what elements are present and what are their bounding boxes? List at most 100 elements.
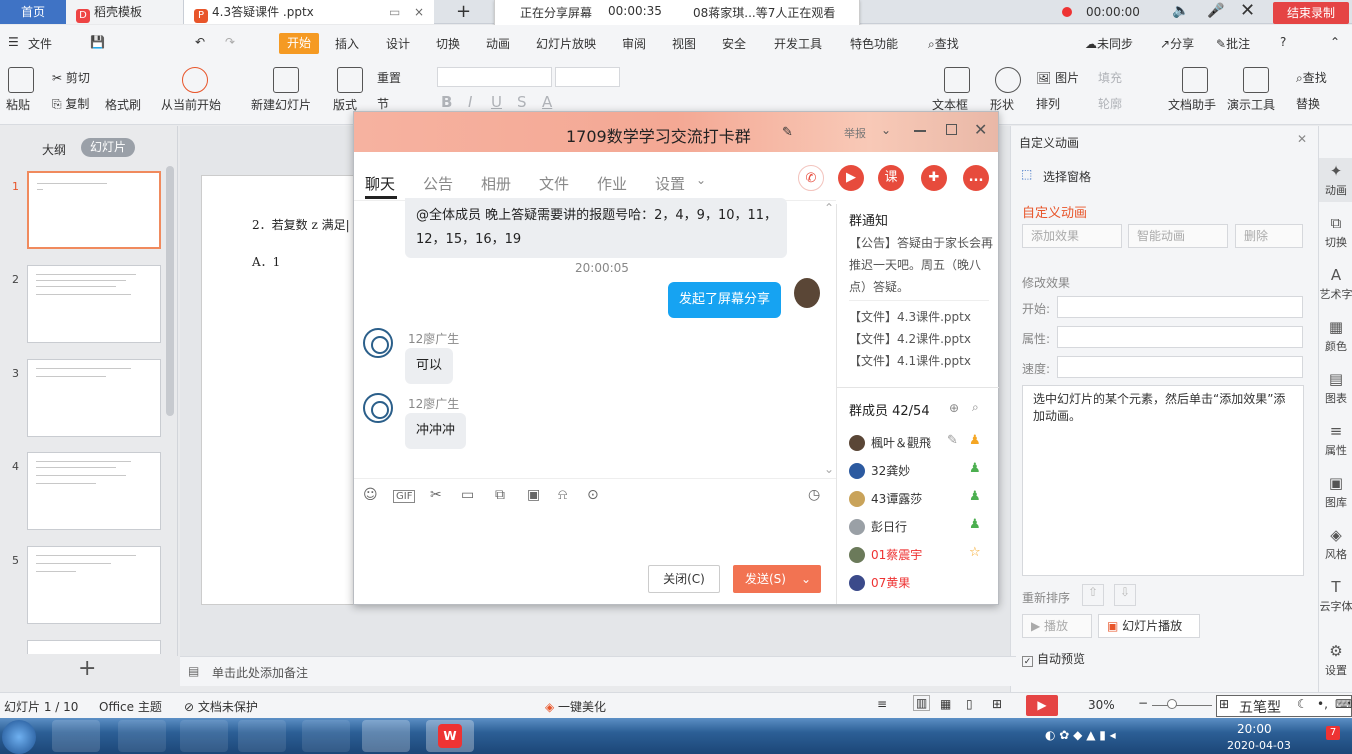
- clock-time[interactable]: 20:00: [1237, 722, 1272, 736]
- self-avatar[interactable]: [794, 278, 820, 308]
- sidebar-animation[interactable]: ✦ 动画: [1319, 158, 1352, 202]
- menu-slideshow[interactable]: 幻灯片放映: [536, 35, 596, 52]
- speed-select[interactable]: [1057, 356, 1303, 378]
- smart-animation-button[interactable]: 智能动画: [1128, 224, 1228, 248]
- phone-icon[interactable]: ✆: [798, 165, 824, 191]
- chat-tab-settings[interactable]: 设置: [655, 173, 685, 194]
- sidebar-property[interactable]: ≡ 属性: [1319, 422, 1352, 458]
- demo-tools-button[interactable]: 演示工具: [1227, 96, 1275, 113]
- notice-line[interactable]: 【公告】答疑由于家长会再: [849, 234, 993, 251]
- emoji-icon[interactable]: ☺: [363, 487, 378, 503]
- menu-security[interactable]: 安全: [722, 35, 746, 52]
- clock-date[interactable]: 2020-04-03: [1227, 739, 1291, 752]
- chat-tab-notice[interactable]: 公告: [423, 173, 453, 194]
- find-button[interactable]: ⌕查找: [1296, 69, 1327, 86]
- chevron-down-icon[interactable]: ⌄: [881, 123, 891, 137]
- notification-badge[interactable]: 7: [1326, 726, 1340, 740]
- minimize-icon[interactable]: [914, 130, 926, 132]
- scroll-up-icon[interactable]: ⌃: [824, 201, 834, 215]
- chat-tab-files[interactable]: 文件: [539, 173, 569, 194]
- bold-icon[interactable]: B: [441, 93, 452, 111]
- file-link[interactable]: 【文件】4.1课件.pptx: [849, 352, 971, 369]
- edit-icon[interactable]: ✎: [782, 125, 793, 140]
- reset-button[interactable]: 重置: [377, 69, 401, 86]
- menu-transition[interactable]: 切换: [436, 35, 460, 52]
- menu-insert[interactable]: 插入: [335, 35, 359, 52]
- taskbar-app-browser[interactable]: [118, 720, 166, 752]
- underline-icon[interactable]: U: [491, 93, 502, 111]
- member-item[interactable]: 43谭露莎: [849, 490, 922, 507]
- close-icon[interactable]: ✕: [1240, 2, 1255, 20]
- invite-icon[interactable]: ⊕: [949, 401, 959, 415]
- slide-thumb-1[interactable]: [27, 171, 161, 249]
- taskbar-app-ie[interactable]: [180, 720, 228, 752]
- chevron-down-icon[interactable]: ⌄: [801, 565, 811, 593]
- sidebar-color[interactable]: ▦ 颜色: [1319, 318, 1352, 354]
- theme-name[interactable]: Office 主题: [99, 698, 162, 715]
- sidebar-gallery[interactable]: ▣ 图库: [1319, 474, 1352, 510]
- new-slide-button[interactable]: 新建幻灯片: [251, 96, 311, 113]
- sidebar-chart[interactable]: ▤ 图表: [1319, 370, 1352, 406]
- font-color-icon[interactable]: A: [542, 93, 552, 111]
- fill-button[interactable]: 填充: [1098, 69, 1122, 86]
- folder-icon[interactable]: ▭: [461, 487, 474, 503]
- tab-docer-template[interactable]: D 稻壳模板: [66, 0, 184, 24]
- menu-review[interactable]: 审阅: [622, 35, 646, 52]
- microphone-icon[interactable]: 🎤: [1207, 4, 1224, 18]
- normal-view-icon[interactable]: ▥: [913, 695, 931, 711]
- menu-search[interactable]: ⌕查找: [928, 35, 959, 52]
- file-link[interactable]: 【文件】4.2课件.pptx: [849, 330, 971, 347]
- move-down-icon[interactable]: ⇩: [1114, 584, 1136, 606]
- close-button[interactable]: 关闭(C): [648, 565, 720, 593]
- more-button[interactable]: ...: [963, 165, 989, 191]
- chevron-down-icon[interactable]: ⌄: [696, 173, 706, 187]
- maximize-icon[interactable]: [946, 124, 957, 135]
- avatar[interactable]: [363, 393, 393, 423]
- chat-icon[interactable]: ✚: [921, 165, 947, 191]
- taskbar-app-wps[interactable]: W: [426, 720, 474, 752]
- video-icon[interactable]: ▶: [838, 165, 864, 191]
- member-item[interactable]: 楓叶＆觀飛: [849, 434, 931, 451]
- slide-thumb-2[interactable]: [27, 265, 161, 343]
- format-painter-button[interactable]: 格式刷: [105, 96, 141, 113]
- slide-thumb-4[interactable]: [27, 452, 161, 530]
- panel-title[interactable]: 自定义动画: [1019, 134, 1079, 151]
- menu-features[interactable]: 特色功能: [850, 35, 898, 52]
- paste-button[interactable]: 粘贴: [6, 96, 30, 113]
- taskbar-app-360[interactable]: [52, 720, 100, 752]
- redo-icon[interactable]: ↷: [225, 35, 235, 49]
- autopreview-checkbox[interactable]: ✓ 自动预览: [1022, 650, 1085, 667]
- sidebar-settings[interactable]: ⚙ 设置: [1319, 642, 1352, 678]
- select-pane-link[interactable]: 选择窗格: [1043, 168, 1091, 185]
- member-item[interactable]: 32龚妙: [849, 462, 910, 479]
- taskbar-app-media[interactable]: [302, 720, 350, 752]
- gif-icon[interactable]: GIF: [393, 490, 416, 503]
- tab-outline[interactable]: 大纲: [42, 141, 66, 158]
- strike-icon[interactable]: S: [517, 93, 527, 111]
- sorter-view-icon[interactable]: ▦: [940, 697, 951, 711]
- doc-helper-button[interactable]: 文档助手: [1168, 96, 1216, 113]
- share-button[interactable]: ↗分享: [1160, 35, 1194, 52]
- property-select[interactable]: [1057, 326, 1303, 348]
- italic-icon[interactable]: I: [468, 93, 472, 111]
- collapse-ribbon-icon[interactable]: ⌃: [1330, 35, 1340, 49]
- member-item[interactable]: 07黄果: [849, 574, 910, 591]
- tab-document[interactable]: P 4.3答疑课件 .pptx ▭ ×: [184, 0, 434, 24]
- slide-thumb-6[interactable]: [27, 640, 161, 654]
- notice-line[interactable]: 推迟一天吧。周五（晚八: [849, 256, 981, 273]
- menu-start[interactable]: 开始: [279, 33, 319, 54]
- tray-icons[interactable]: ◐ ✿ ◆ ▲ ▮ ◂: [1045, 728, 1116, 742]
- outline-button[interactable]: 轮廓: [1098, 95, 1122, 112]
- delete-button[interactable]: 删除: [1235, 224, 1303, 248]
- from-current-button[interactable]: 从当前开始: [161, 96, 221, 113]
- file-link[interactable]: 【文件】4.3课件.pptx: [849, 308, 971, 325]
- add-effect-button[interactable]: 添加效果: [1022, 224, 1122, 248]
- new-tab-button[interactable]: +: [446, 0, 471, 24]
- slide-thumb-5[interactable]: [27, 546, 161, 624]
- font-name-select[interactable]: [437, 67, 552, 87]
- play-slideshow-button[interactable]: ▶: [1026, 695, 1058, 716]
- menu-file[interactable]: 文件: [28, 35, 52, 52]
- history-icon[interactable]: ◷: [808, 487, 820, 503]
- fit-icon[interactable]: ⊞: [992, 697, 1002, 711]
- arrange-button[interactable]: 排列: [1036, 95, 1060, 112]
